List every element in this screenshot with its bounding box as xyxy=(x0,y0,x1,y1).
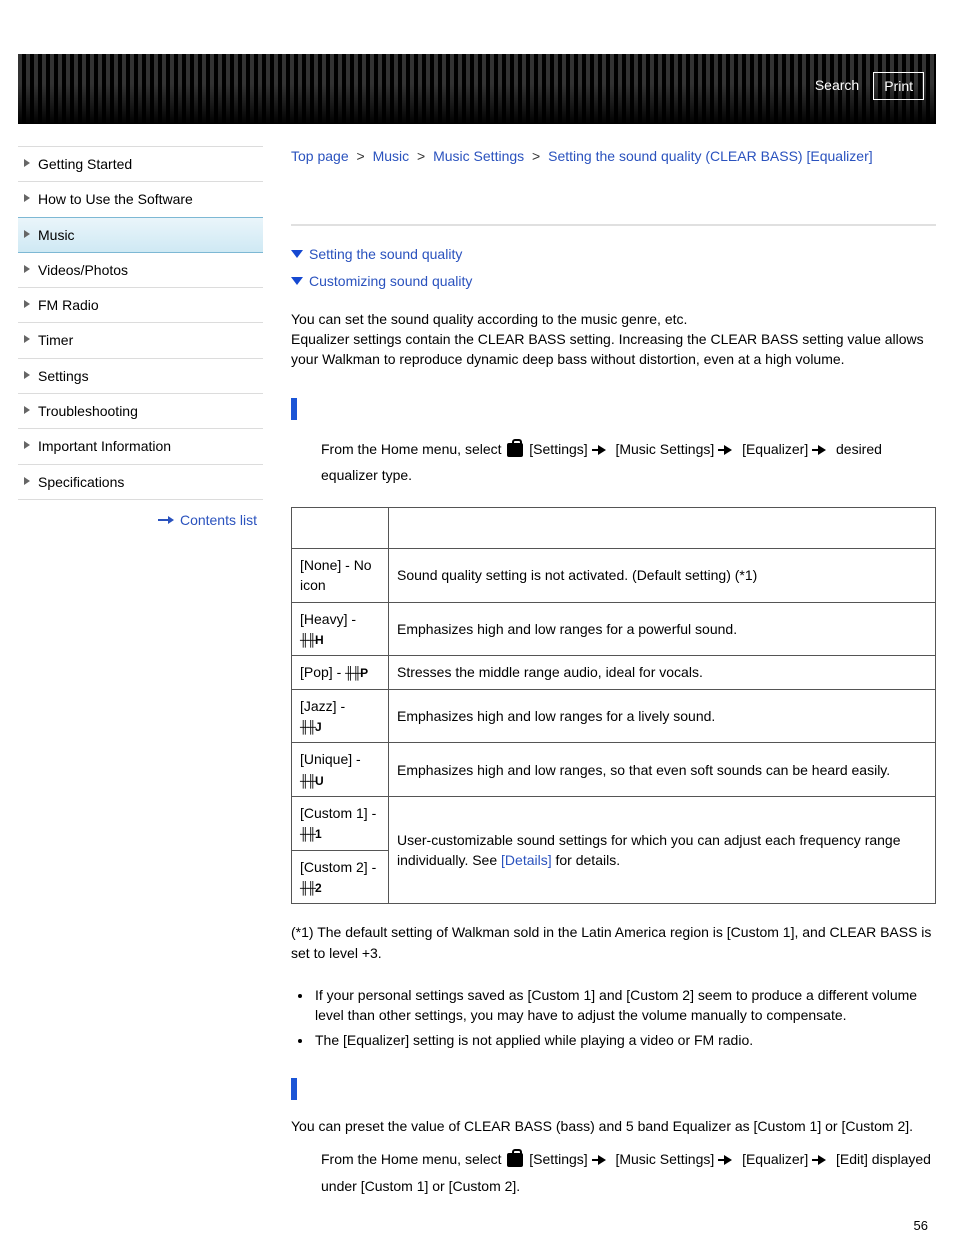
arrow-right-icon xyxy=(598,1155,606,1165)
section-bar-icon xyxy=(291,1078,297,1100)
sidebar-item[interactable]: Getting Started xyxy=(18,147,263,182)
details-link[interactable]: [Details] xyxy=(501,852,552,868)
main-content: Top page > Music > Music Settings > Sett… xyxy=(263,146,936,1217)
print-button[interactable]: Print xyxy=(873,72,924,100)
eq-icon: ╫╫J xyxy=(300,720,321,734)
eq-icon: ╫╫U xyxy=(300,774,323,788)
table-row: [Jazz] -╫╫J Emphasizes high and low rang… xyxy=(292,689,936,743)
banner-fade xyxy=(18,84,936,124)
sidebar-item[interactable]: Specifications xyxy=(18,465,263,500)
type-cell: [Custom 2] -╫╫2 xyxy=(292,850,389,904)
table-row: [Pop] - ╫╫P Stresses the middle range au… xyxy=(292,656,936,689)
note-item: The [Equalizer] setting is not applied w… xyxy=(313,1030,936,1050)
desc-cell: Sound quality setting is not activated. … xyxy=(389,548,936,602)
desc-cell: Emphasizes high and low ranges for a pow… xyxy=(389,602,936,656)
breadcrumb: Top page > Music > Music Settings > Sett… xyxy=(291,146,936,166)
section-heading xyxy=(291,1078,936,1100)
toolbox-icon xyxy=(507,443,523,457)
jump-link-label: Setting the sound quality xyxy=(309,244,462,264)
search-button[interactable]: Search xyxy=(809,72,865,100)
breadcrumb-link[interactable]: Music xyxy=(373,148,410,164)
arrow-right-icon xyxy=(818,1155,826,1165)
desc-cell: User-customizable sound settings for whi… xyxy=(389,797,936,904)
table-header xyxy=(292,507,389,548)
type-cell: [Heavy] -╫╫H xyxy=(292,602,389,656)
jump-link-label: Customizing sound quality xyxy=(309,271,472,291)
sidebar: Getting StartedHow to Use the SoftwareMu… xyxy=(18,146,263,1217)
breadcrumb-link[interactable]: Music Settings xyxy=(433,148,524,164)
footnote: (*1) The default setting of Walkman sold… xyxy=(291,922,936,963)
section-bar-icon xyxy=(291,398,297,420)
triangle-down-icon xyxy=(291,250,303,258)
equalizer-table: [None] - No icon Sound quality setting i… xyxy=(291,507,936,904)
arrow-right-icon xyxy=(818,445,826,455)
sidebar-item[interactable]: Videos/Photos xyxy=(18,253,263,288)
toolbox-icon xyxy=(507,1153,523,1167)
sidebar-item[interactable]: FM Radio xyxy=(18,288,263,323)
table-row: [Heavy] -╫╫H Emphasizes high and low ran… xyxy=(292,602,936,656)
jump-link[interactable]: Customizing sound quality xyxy=(291,271,936,291)
type-cell: [Jazz] -╫╫J xyxy=(292,689,389,743)
desc-cell: Stresses the middle range audio, ideal f… xyxy=(389,656,936,689)
note-item: If your personal settings saved as [Cust… xyxy=(313,985,936,1026)
arrow-right-icon xyxy=(168,516,174,524)
desc-cell: Emphasizes high and low ranges for a liv… xyxy=(389,689,936,743)
table-row: [Custom 1] -╫╫1 User-customizable sound … xyxy=(292,797,936,851)
jump-link[interactable]: Setting the sound quality xyxy=(291,244,936,264)
page-number: 56 xyxy=(914,1217,928,1236)
sidebar-item[interactable]: Important Information xyxy=(18,429,263,464)
eq-icon: ╫╫2 xyxy=(300,881,321,895)
intro-paragraph: Equalizer settings contain the CLEAR BAS… xyxy=(291,329,936,370)
sidebar-item[interactable]: Troubleshooting xyxy=(18,394,263,429)
type-cell: [Pop] - ╫╫P xyxy=(292,656,389,689)
type-cell: [Unique] -╫╫U xyxy=(292,743,389,797)
breadcrumb-link[interactable]: Top page xyxy=(291,148,349,164)
instruction-step: From the Home menu, select [Settings] [M… xyxy=(321,436,936,489)
section-heading xyxy=(291,398,936,420)
eq-icon: ╫╫H xyxy=(300,633,323,647)
contents-list-link[interactable]: Contents list xyxy=(180,510,257,530)
eq-icon: ╫╫P xyxy=(345,666,367,680)
divider xyxy=(291,224,936,226)
sidebar-item[interactable]: Timer xyxy=(18,323,263,358)
notes-list: If your personal settings saved as [Cust… xyxy=(313,985,936,1050)
instruction-step: From the Home menu, select [Settings] [M… xyxy=(321,1146,936,1199)
table-header xyxy=(389,507,936,548)
sidebar-item[interactable]: How to Use the Software xyxy=(18,182,263,217)
sidebar-item[interactable]: Settings xyxy=(18,359,263,394)
arrow-right-icon xyxy=(598,445,606,455)
desc-cell: Emphasizes high and low ranges, so that … xyxy=(389,743,936,797)
arrow-right-icon xyxy=(724,445,732,455)
table-row: [None] - No icon Sound quality setting i… xyxy=(292,548,936,602)
breadcrumb-current: Setting the sound quality (CLEAR BASS) [… xyxy=(548,148,873,164)
custom-paragraph: You can preset the value of CLEAR BASS (… xyxy=(291,1116,936,1136)
table-row: [Unique] -╫╫U Emphasizes high and low ra… xyxy=(292,743,936,797)
arrow-right-icon xyxy=(724,1155,732,1165)
triangle-down-icon xyxy=(291,277,303,285)
eq-icon: ╫╫1 xyxy=(300,827,321,841)
sidebar-item[interactable]: Music xyxy=(18,217,263,253)
intro-paragraph: You can set the sound quality according … xyxy=(291,309,936,329)
header-banner: Search Print xyxy=(18,54,936,124)
type-cell: [Custom 1] -╫╫1 xyxy=(292,797,389,851)
type-cell: [None] - No icon xyxy=(292,548,389,602)
